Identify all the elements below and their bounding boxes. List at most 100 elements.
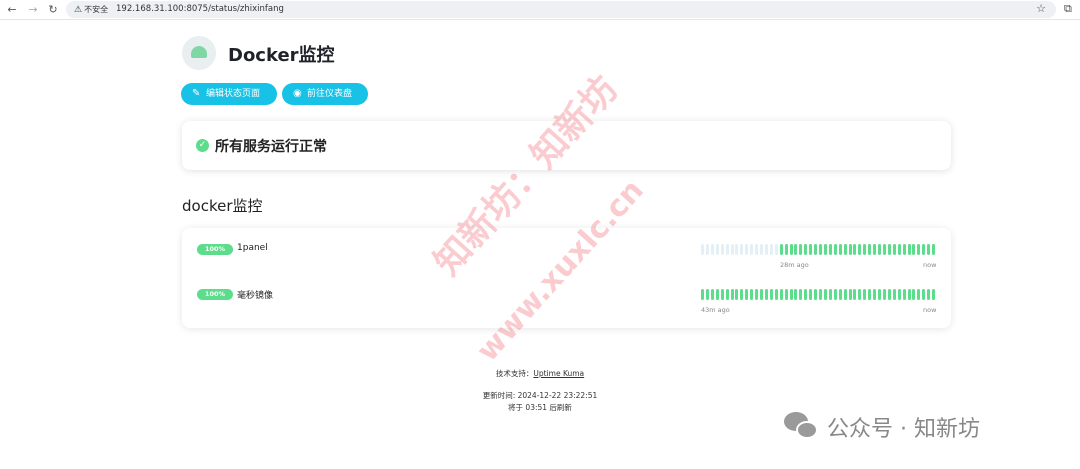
edit-status-page-button[interactable]: ✎ 编辑状态页面 xyxy=(181,83,277,105)
url-text[interactable]: 192.168.31.100:8075/status/zhixinfang xyxy=(116,3,284,16)
heartbeat-up[interactable] xyxy=(720,289,724,300)
heartbeat-up[interactable] xyxy=(755,289,759,300)
heartbeat-empty[interactable] xyxy=(725,244,729,255)
monitor-row[interactable]: 100% 毫秒镜像 43m ago now xyxy=(182,287,951,327)
heartbeat-up[interactable] xyxy=(912,244,916,255)
heartbeat-up[interactable] xyxy=(794,289,798,300)
heartbeat-up[interactable] xyxy=(760,289,763,300)
heartbeat-up[interactable] xyxy=(927,289,931,300)
heartbeat-up[interactable] xyxy=(932,289,936,300)
heartbeat-up[interactable] xyxy=(843,244,847,255)
heartbeat-up[interactable] xyxy=(819,244,822,255)
heartbeat-up[interactable] xyxy=(730,289,734,300)
heartbeat-up[interactable] xyxy=(828,244,832,255)
heartbeat-empty[interactable] xyxy=(705,244,709,255)
heartbeat-up[interactable] xyxy=(878,244,881,255)
heartbeat-empty[interactable] xyxy=(715,244,719,255)
heartbeat-up[interactable] xyxy=(897,244,901,255)
heartbeat-up[interactable] xyxy=(833,289,837,300)
heartbeat-up[interactable] xyxy=(863,244,867,255)
heartbeat-up[interactable] xyxy=(917,289,921,300)
heartbeat-empty[interactable] xyxy=(745,244,749,255)
back-icon[interactable]: ← xyxy=(4,2,20,18)
heartbeat-up[interactable] xyxy=(794,244,798,255)
heartbeat-up[interactable] xyxy=(882,289,886,300)
heartbeat-up[interactable] xyxy=(848,289,852,300)
heartbeat-up[interactable] xyxy=(868,289,872,300)
heartbeat-up[interactable] xyxy=(745,289,749,300)
heartbeat-up[interactable] xyxy=(819,289,822,300)
address-bar[interactable]: ⚠ 不安全 192.168.31.100:8075/status/zhixinfa… xyxy=(66,1,1056,18)
heartbeat-empty[interactable] xyxy=(769,244,773,255)
heartbeat-empty[interactable] xyxy=(701,244,704,255)
heartbeat-up[interactable] xyxy=(799,289,803,300)
heartbeat-empty[interactable] xyxy=(740,244,744,255)
heartbeat-up[interactable] xyxy=(873,289,877,300)
heartbeat-up[interactable] xyxy=(823,289,827,300)
heartbeat-up[interactable] xyxy=(902,244,906,255)
heartbeat-up[interactable] xyxy=(922,289,926,300)
heartbeat-up[interactable] xyxy=(705,289,709,300)
heartbeat-up[interactable] xyxy=(764,289,768,300)
heartbeat-up[interactable] xyxy=(784,244,788,255)
heartbeat-up[interactable] xyxy=(878,289,881,300)
security-indicator[interactable]: ⚠ 不安全 xyxy=(74,3,108,17)
heartbeat-up[interactable] xyxy=(853,244,857,255)
heartbeat-up[interactable] xyxy=(789,244,793,255)
heartbeat-empty[interactable] xyxy=(720,244,724,255)
heartbeat-up[interactable] xyxy=(843,289,847,300)
heartbeat-up[interactable] xyxy=(774,289,778,300)
heartbeat-up[interactable] xyxy=(917,244,921,255)
heartbeat-empty[interactable] xyxy=(760,244,763,255)
heartbeat-up[interactable] xyxy=(892,289,896,300)
extensions-icon[interactable]: ⧉ xyxy=(1064,2,1072,16)
heartbeat-up[interactable] xyxy=(814,244,818,255)
heartbeat-up[interactable] xyxy=(902,289,906,300)
reload-icon[interactable]: ↻ xyxy=(45,2,61,18)
heartbeat-up[interactable] xyxy=(838,289,842,300)
heartbeat-up[interactable] xyxy=(725,289,729,300)
heartbeat-up[interactable] xyxy=(858,289,862,300)
heartbeat-up[interactable] xyxy=(887,289,891,300)
monitor-row[interactable]: 100% 1panel 28m ago now xyxy=(182,242,951,282)
heartbeat-up[interactable] xyxy=(701,289,704,300)
heartbeat-up[interactable] xyxy=(750,289,754,300)
heartbeat-empty[interactable] xyxy=(764,244,768,255)
heartbeat-up[interactable] xyxy=(828,289,832,300)
forward-icon[interactable]: → xyxy=(25,2,41,18)
heartbeat-up[interactable] xyxy=(710,289,714,300)
heartbeat-up[interactable] xyxy=(769,289,773,300)
heartbeat-up[interactable] xyxy=(873,244,877,255)
heartbeat-empty[interactable] xyxy=(774,244,778,255)
heartbeat-empty[interactable] xyxy=(710,244,714,255)
heartbeat-up[interactable] xyxy=(779,244,783,255)
heartbeat-up[interactable] xyxy=(912,289,916,300)
bookmark-star-icon[interactable]: ☆ xyxy=(1036,2,1046,15)
heartbeat-up[interactable] xyxy=(740,289,744,300)
heartbeat-up[interactable] xyxy=(897,289,901,300)
monitor-name[interactable]: 毫秒镜像 xyxy=(237,288,273,301)
heartbeat-up[interactable] xyxy=(907,289,911,300)
heartbeat-up[interactable] xyxy=(833,244,837,255)
heartbeat-up[interactable] xyxy=(838,244,842,255)
heartbeat-up[interactable] xyxy=(907,244,911,255)
heartbeat-up[interactable] xyxy=(779,289,783,300)
heartbeat-up[interactable] xyxy=(715,289,719,300)
heartbeat-up[interactable] xyxy=(868,244,872,255)
heartbeat-empty[interactable] xyxy=(755,244,759,255)
heartbeat-up[interactable] xyxy=(887,244,891,255)
heartbeat-empty[interactable] xyxy=(750,244,754,255)
monitor-name[interactable]: 1panel xyxy=(237,243,268,253)
heartbeat-up[interactable] xyxy=(804,289,808,300)
heartbeat-up[interactable] xyxy=(853,289,857,300)
heartbeat-up[interactable] xyxy=(814,289,818,300)
heartbeat-up[interactable] xyxy=(848,244,852,255)
heartbeat-up[interactable] xyxy=(823,244,827,255)
heartbeat-up[interactable] xyxy=(804,244,808,255)
heartbeat-up[interactable] xyxy=(932,244,936,255)
heartbeat-up[interactable] xyxy=(799,244,803,255)
heartbeat-empty[interactable] xyxy=(735,244,739,255)
heartbeat-up[interactable] xyxy=(882,244,886,255)
heartbeat-up[interactable] xyxy=(735,289,739,300)
uptime-kuma-link[interactable]: Uptime Kuma xyxy=(533,369,584,378)
